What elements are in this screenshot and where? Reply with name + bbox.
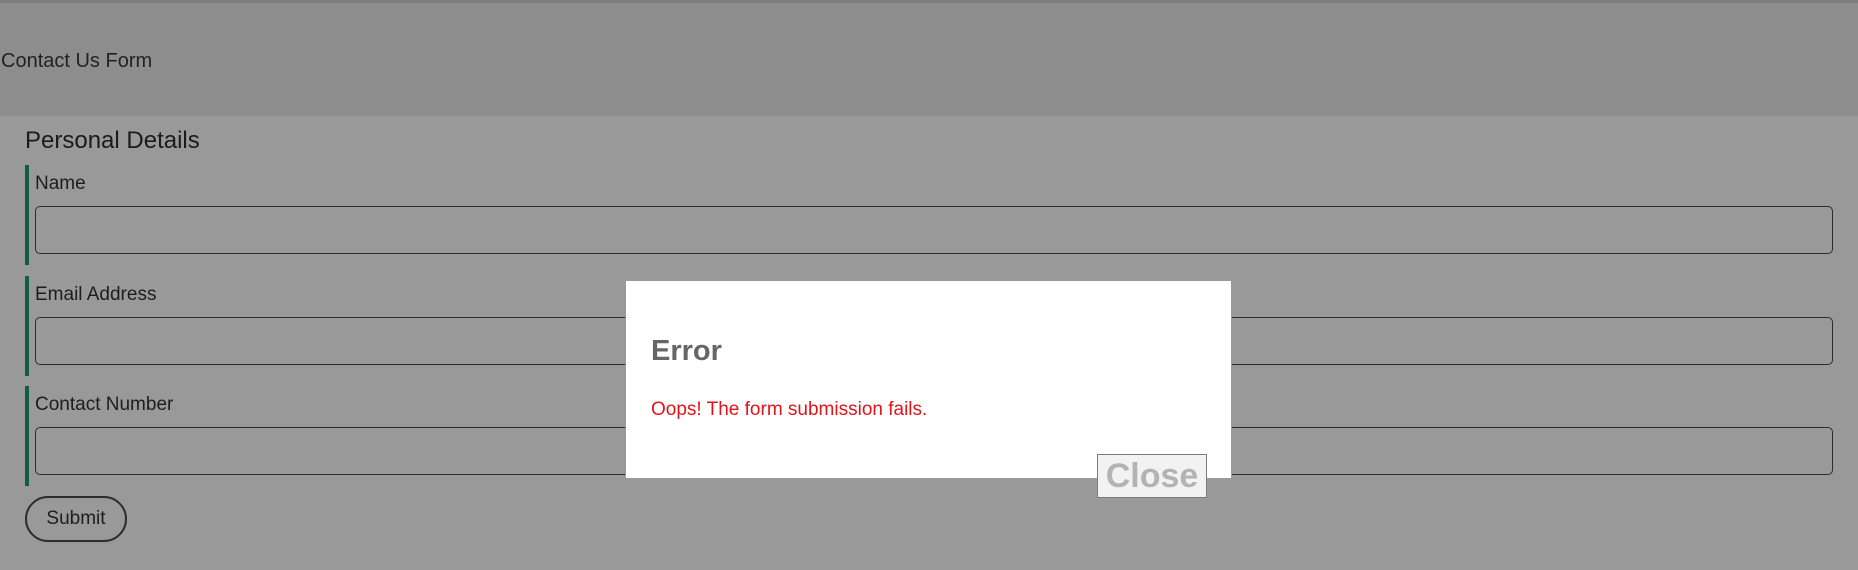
error-dialog: Error Oops! The form submission fails. [625,280,1232,479]
page: Contact Us Form Personal Details Name Em… [0,0,1858,570]
dialog-title: Error [651,335,722,367]
close-button[interactable]: Close [1097,454,1207,498]
error-message: Oops! The form submission fails. [651,399,928,420]
